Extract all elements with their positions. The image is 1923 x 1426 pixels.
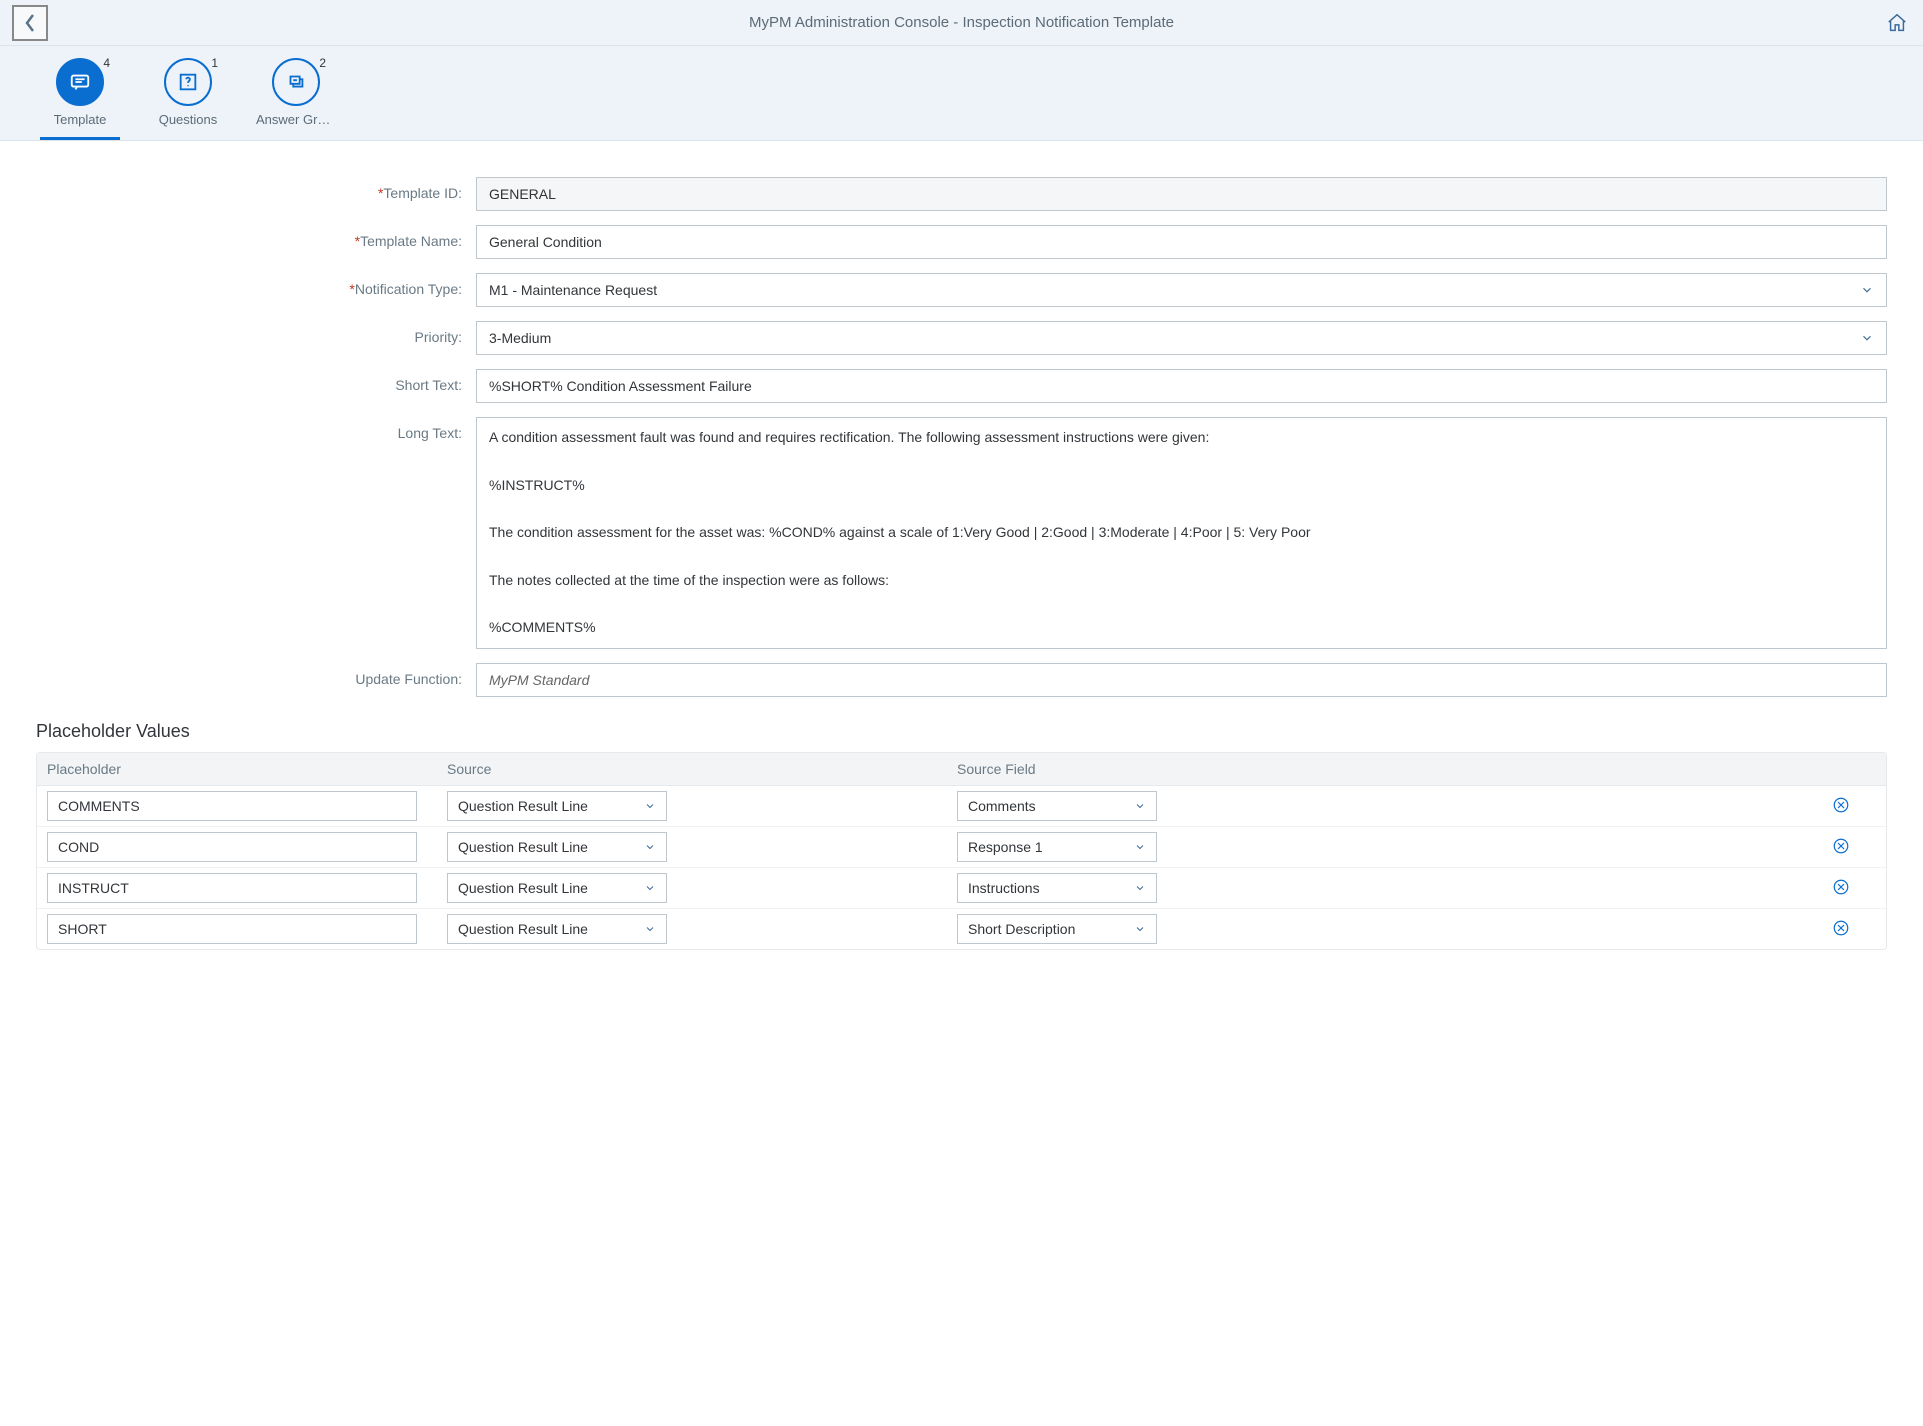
chevron-down-icon [1134, 800, 1146, 812]
home-button[interactable] [1883, 9, 1911, 37]
placeholder-source-select[interactable]: Question Result Line [447, 914, 667, 944]
tab-answer-groups[interactable]: 2 Answer Gro… [256, 46, 336, 140]
tab-template[interactable]: 4 Template [40, 46, 120, 140]
chevron-down-icon [1134, 841, 1146, 853]
label-priority: Priority: [36, 321, 476, 345]
template-icon [69, 71, 91, 93]
placeholder-name-input[interactable]: COND [47, 832, 417, 862]
delete-icon [1832, 796, 1850, 814]
placeholder-source-select[interactable]: Question Result Line [447, 791, 667, 821]
placeholder-table: Placeholder Source Source Field COMMENTS… [36, 752, 1887, 950]
field-update-function[interactable]: MyPM Standard [476, 663, 1887, 697]
placeholder-name-input[interactable]: SHORT [47, 914, 417, 944]
tab-template-icon-wrap: 4 [56, 58, 104, 106]
tab-template-badge: 4 [103, 56, 110, 70]
tab-questions-badge: 1 [211, 56, 218, 70]
field-priority[interactable]: 3-Medium [476, 321, 1887, 355]
placeholder-table-header: Placeholder Source Source Field [37, 753, 1886, 786]
page-title: MyPM Administration Console - Inspection… [749, 14, 1174, 31]
tab-questions-label: Questions [159, 112, 218, 127]
back-button[interactable] [12, 5, 48, 41]
label-long-text: Long Text: [36, 417, 476, 441]
question-icon [177, 71, 199, 93]
chevron-down-icon [644, 923, 656, 935]
delete-row-button[interactable] [1832, 837, 1850, 855]
row-long-text: Long Text: A condition assessment fault … [36, 417, 1887, 649]
placeholder-name-input[interactable]: INSTRUCT [47, 873, 417, 903]
delete-row-button[interactable] [1832, 919, 1850, 937]
delete-icon [1832, 919, 1850, 937]
table-row: COMMENTS Question Result Line Comments [37, 786, 1886, 827]
chevron-down-icon [1134, 882, 1146, 894]
label-template-id: *Template ID: [36, 177, 476, 201]
chevron-down-icon [644, 800, 656, 812]
tab-answer-groups-label: Answer Gro… [256, 112, 336, 127]
placeholder-name-input[interactable]: COMMENTS [47, 791, 417, 821]
home-icon [1886, 12, 1908, 34]
field-short-text[interactable]: %SHORT% Condition Assessment Failure [476, 369, 1887, 403]
placeholder-source-field-select[interactable]: Response 1 [957, 832, 1157, 862]
chevron-down-icon [1860, 331, 1874, 345]
field-long-text[interactable]: A condition assessment fault was found a… [476, 417, 1887, 649]
col-header-source-field: Source Field [957, 761, 1806, 777]
field-notification-type[interactable]: M1 - Maintenance Request [476, 273, 1887, 307]
row-notification-type: *Notification Type: M1 - Maintenance Req… [36, 273, 1887, 307]
delete-icon [1832, 878, 1850, 896]
delete-row-button[interactable] [1832, 878, 1850, 896]
row-template-id: *Template ID: GENERAL [36, 177, 1887, 211]
form-area: *Template ID: GENERAL *Template Name: Ge… [0, 141, 1923, 962]
table-row: INSTRUCT Question Result Line Instructions [37, 868, 1886, 909]
delete-row-button[interactable] [1832, 796, 1850, 814]
tab-questions[interactable]: 1 Questions [148, 46, 228, 140]
value-notification-type: M1 - Maintenance Request [489, 282, 657, 298]
chevron-down-icon [644, 841, 656, 853]
placeholder-source-field-select[interactable]: Short Description [957, 914, 1157, 944]
tabs-bar: 4 Template 1 Questions 2 Answer Gro… [0, 46, 1923, 141]
value-priority: 3-Medium [489, 330, 551, 346]
placeholder-source-select[interactable]: Question Result Line [447, 873, 667, 903]
row-short-text: Short Text: %SHORT% Condition Assessment… [36, 369, 1887, 403]
label-update-function: Update Function: [36, 663, 476, 687]
chevron-left-icon [22, 11, 38, 35]
tab-template-label: Template [54, 112, 107, 127]
tab-questions-icon-wrap: 1 [164, 58, 212, 106]
label-notification-type: *Notification Type: [36, 273, 476, 297]
header-bar: MyPM Administration Console - Inspection… [0, 0, 1923, 46]
placeholder-source-field-select[interactable]: Comments [957, 791, 1157, 821]
field-template-name[interactable]: General Condition [476, 225, 1887, 259]
chevron-down-icon [1860, 283, 1874, 297]
field-template-id: GENERAL [476, 177, 1887, 211]
col-header-actions [1806, 761, 1876, 777]
tab-answer-groups-badge: 2 [319, 56, 326, 70]
row-template-name: *Template Name: General Condition [36, 225, 1887, 259]
placeholder-source-field-select[interactable]: Instructions [957, 873, 1157, 903]
section-title-placeholders: Placeholder Values [36, 721, 1887, 742]
row-priority: Priority: 3-Medium [36, 321, 1887, 355]
col-header-source: Source [447, 761, 957, 777]
chevron-down-icon [644, 882, 656, 894]
table-row: SHORT Question Result Line Short Descripti… [37, 909, 1886, 949]
col-header-placeholder: Placeholder [47, 761, 447, 777]
answers-icon [285, 71, 307, 93]
label-template-name: *Template Name: [36, 225, 476, 249]
table-row: COND Question Result Line Response 1 [37, 827, 1886, 868]
tab-answer-groups-icon-wrap: 2 [272, 58, 320, 106]
delete-icon [1832, 837, 1850, 855]
label-short-text: Short Text: [36, 369, 476, 393]
placeholder-source-select[interactable]: Question Result Line [447, 832, 667, 862]
row-update-function: Update Function: MyPM Standard [36, 663, 1887, 697]
chevron-down-icon [1134, 923, 1146, 935]
